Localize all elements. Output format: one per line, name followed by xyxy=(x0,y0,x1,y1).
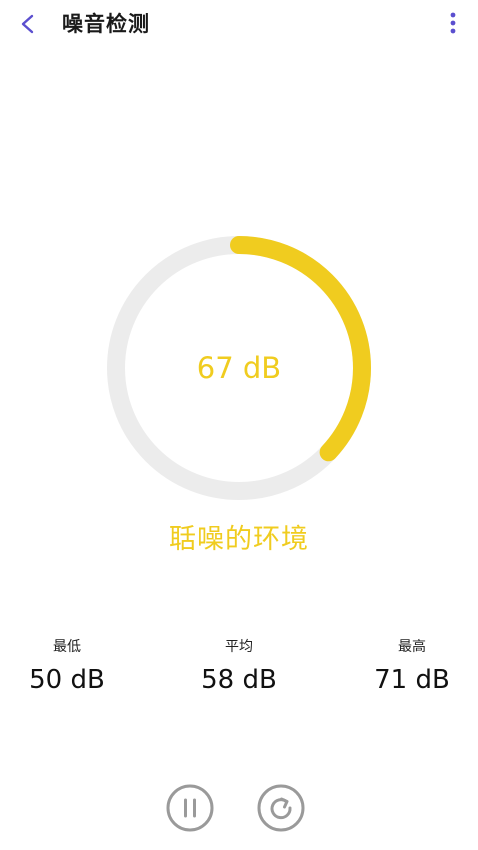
reset-button[interactable] xyxy=(257,784,305,832)
back-button[interactable] xyxy=(12,8,44,40)
stat-min-label: 最低 xyxy=(53,639,81,655)
more-vertical-icon xyxy=(450,12,456,34)
refresh-icon xyxy=(257,784,305,832)
stat-avg-label: 平均 xyxy=(225,639,253,655)
stat-max: 最高 71 dB xyxy=(347,636,477,696)
chevron-left-icon xyxy=(21,14,34,34)
stat-min: 最低 50 dB xyxy=(2,636,132,696)
page-title: 噪音检测 xyxy=(62,12,150,36)
pause-button[interactable] xyxy=(166,784,214,832)
noise-detector-screen: 噪音检测 67 dB 聒噪的环境 最低 50 dB 平均 58 dB 最高 71… xyxy=(0,0,478,850)
stat-max-label: 最高 xyxy=(398,639,426,655)
stat-avg-value: 58 dB xyxy=(201,665,277,695)
app-header: 噪音检测 xyxy=(0,0,478,50)
stat-min-value: 50 dB xyxy=(29,665,105,695)
stat-avg: 平均 58 dB xyxy=(174,636,304,696)
current-noise-value: 67 dB xyxy=(196,351,282,385)
pause-icon xyxy=(166,784,214,832)
environment-label: 聒噪的环境 xyxy=(169,524,309,555)
more-options-button[interactable] xyxy=(438,6,468,40)
noise-gauge: 67 dB xyxy=(104,233,374,503)
stat-max-value: 71 dB xyxy=(374,665,450,695)
